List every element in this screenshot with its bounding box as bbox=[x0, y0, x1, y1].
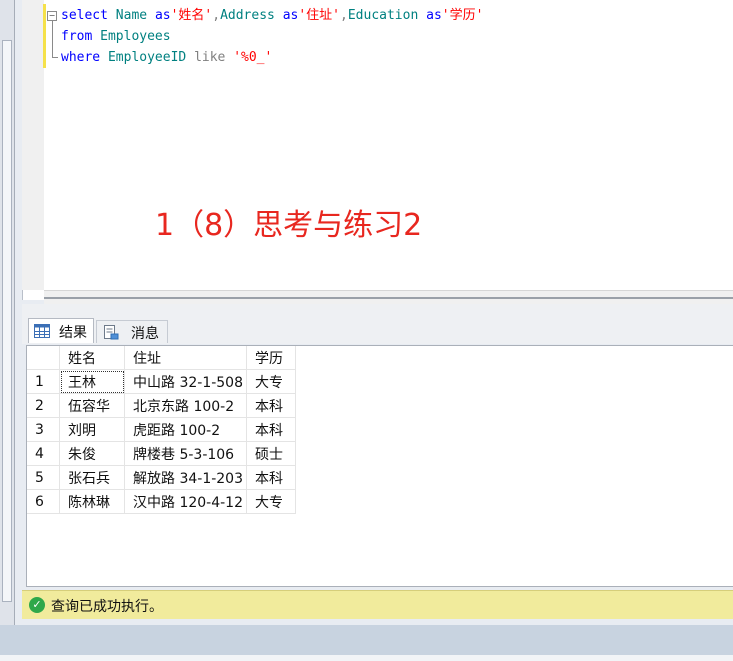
table-row[interactable]: 6 陈林琳 汉中路 120-4-12 大专 bbox=[27, 489, 296, 514]
tab-messages[interactable]: 消息 bbox=[96, 320, 168, 343]
editor-margin bbox=[22, 0, 44, 290]
code-token: '姓名' bbox=[170, 8, 213, 23]
table-row[interactable]: 4 朱俊 牌楼巷 5-3-106 硕士 bbox=[27, 441, 296, 466]
code-line-2: from Employees bbox=[61, 26, 171, 47]
cell-education[interactable]: 本科 bbox=[246, 417, 296, 442]
code-line-1: select Name as'姓名',Address as'住址',Educat… bbox=[61, 5, 483, 26]
table-row[interactable]: 5 张石兵 解放路 34-1-203 本科 bbox=[27, 465, 296, 490]
code-token: like bbox=[194, 50, 234, 65]
code-token: , bbox=[340, 8, 348, 23]
success-check-icon: ✓ bbox=[29, 597, 45, 613]
table-row[interactable]: 3 刘明 虎距路 100-2 本科 bbox=[27, 417, 296, 442]
code-token: as bbox=[426, 8, 442, 23]
cell-address[interactable]: 中山路 32-1-508 bbox=[124, 369, 247, 394]
cell-education[interactable]: 大专 bbox=[246, 369, 296, 394]
outline-line-end bbox=[52, 57, 58, 58]
row-number[interactable]: 2 bbox=[27, 393, 60, 418]
row-number[interactable]: 1 bbox=[27, 369, 60, 394]
status-text: 查询已成功执行。 bbox=[51, 599, 163, 615]
code-token: '%0_' bbox=[233, 50, 273, 65]
cell-name[interactable]: 朱俊 bbox=[59, 441, 125, 466]
results-grid[interactable]: 姓名 住址 学历 1 王林 中山路 32-1-508 大专 2 伍容华 北京东路… bbox=[26, 345, 733, 587]
row-number[interactable]: 3 bbox=[27, 417, 60, 442]
cell-address[interactable]: 汉中路 120-4-12 bbox=[124, 489, 247, 514]
tab-messages-label: 消息 bbox=[131, 326, 159, 342]
code-token: where bbox=[61, 50, 108, 65]
cell-name[interactable]: 刘明 bbox=[59, 417, 125, 442]
column-header-education[interactable]: 学历 bbox=[246, 346, 296, 370]
message-icon bbox=[103, 324, 119, 344]
change-tracking-bar bbox=[43, 4, 46, 68]
overlay-caption: 1（8）思考与练习2 bbox=[155, 208, 423, 243]
grid-icon bbox=[34, 323, 50, 342]
row-number[interactable]: 4 bbox=[27, 441, 60, 466]
table-row[interactable]: 1 王林 中山路 32-1-508 大专 bbox=[27, 369, 296, 394]
tab-results[interactable]: 结果 bbox=[28, 318, 94, 343]
code-token: Employees bbox=[100, 29, 171, 44]
cell-name[interactable]: 王林 bbox=[59, 369, 125, 394]
code-token: '住址' bbox=[298, 8, 341, 23]
column-header-address[interactable]: 住址 bbox=[124, 346, 247, 370]
cell-address[interactable]: 解放路 34-1-203 bbox=[124, 465, 247, 490]
cell-name[interactable]: 陈林琳 bbox=[59, 489, 125, 514]
cell-name[interactable]: 张石兵 bbox=[59, 465, 125, 490]
code-token: from bbox=[61, 29, 101, 44]
cell-education[interactable]: 大专 bbox=[246, 489, 296, 514]
code-token: Address bbox=[220, 8, 283, 23]
code-token: Education bbox=[347, 8, 427, 23]
header-row: 姓名 住址 学历 bbox=[27, 346, 296, 370]
code-token: '学历' bbox=[441, 8, 484, 23]
cell-address[interactable]: 北京东路 100-2 bbox=[124, 393, 247, 418]
code-token: , bbox=[212, 8, 221, 23]
row-number[interactable]: 6 bbox=[27, 489, 60, 514]
table-row[interactable]: 2 伍容华 北京东路 100-2 本科 bbox=[27, 393, 296, 418]
cell-education[interactable]: 本科 bbox=[246, 393, 296, 418]
splitter[interactable] bbox=[44, 297, 733, 299]
collapse-icon[interactable]: − bbox=[47, 11, 57, 21]
cell-name[interactable]: 伍容华 bbox=[59, 393, 125, 418]
left-scrollbar[interactable] bbox=[2, 40, 12, 602]
results-table: 姓名 住址 学历 1 王林 中山路 32-1-508 大专 2 伍容华 北京东路… bbox=[27, 346, 296, 514]
code-line-3: where EmployeeID like '%0_' bbox=[61, 47, 272, 68]
code-token: EmployeeID bbox=[107, 50, 195, 65]
code-token: as bbox=[154, 8, 171, 23]
cell-education[interactable]: 硕士 bbox=[246, 441, 296, 466]
cell-address[interactable]: 虎距路 100-2 bbox=[124, 417, 247, 442]
cell-address[interactable]: 牌楼巷 5-3-106 bbox=[124, 441, 247, 466]
code-token: Name bbox=[115, 8, 155, 23]
code-token: as bbox=[282, 8, 299, 23]
outline-line bbox=[52, 21, 53, 58]
cell-education[interactable]: 本科 bbox=[246, 465, 296, 490]
tab-results-label: 结果 bbox=[59, 325, 87, 341]
code-token: select bbox=[61, 8, 116, 23]
row-number-header bbox=[27, 346, 60, 370]
column-header-name[interactable]: 姓名 bbox=[59, 346, 125, 370]
window-bottom-edge bbox=[0, 655, 733, 661]
row-number[interactable]: 5 bbox=[27, 465, 60, 490]
